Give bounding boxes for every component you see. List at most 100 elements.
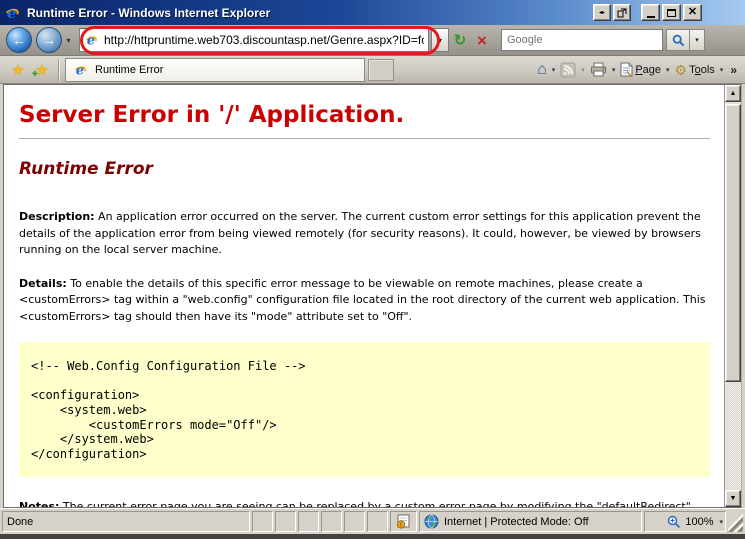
maximize-button[interactable] bbox=[662, 4, 681, 21]
svg-text:!: ! bbox=[399, 522, 401, 529]
scroll-down-button[interactable]: ▼ bbox=[725, 490, 741, 507]
vertical-scrollbar[interactable]: ▲ ▼ bbox=[724, 85, 741, 507]
scrollbar-thumb[interactable] bbox=[725, 104, 741, 382]
back-button[interactable]: ← bbox=[6, 27, 32, 53]
scrollbar-track[interactable] bbox=[725, 382, 741, 490]
url-text[interactable]: http://httpruntime.web703.discountasp.ne… bbox=[104, 33, 424, 47]
notes-text: The current error page you are seeing ca… bbox=[62, 500, 691, 507]
tab-runtime-error[interactable]: e Runtime Error bbox=[65, 57, 365, 82]
browser-viewport: Server Error in '/' Application. Runtime… bbox=[0, 84, 745, 508]
page-icon bbox=[620, 62, 633, 77]
scroll-up-button[interactable]: ▲ bbox=[725, 85, 741, 102]
forward-button[interactable]: → bbox=[36, 27, 62, 53]
tab-bar: ★ ★ + e Runtime Error ⌂ ▾ ▾ ▾ Page ▾ ⚙ T… bbox=[0, 56, 745, 84]
address-dropdown-button[interactable]: ▾ bbox=[431, 28, 449, 52]
ie-logo-icon: e bbox=[3, 4, 21, 22]
privacy-report-pane[interactable]: ! bbox=[390, 511, 417, 532]
status-pane-empty bbox=[298, 511, 319, 532]
separator bbox=[58, 58, 59, 81]
command-bar: ⌂ ▾ ▾ ▾ Page ▾ ⚙ Tools ▾ » bbox=[535, 60, 739, 80]
status-text-pane: Done bbox=[2, 511, 250, 532]
window-bottom-edge bbox=[0, 534, 745, 539]
new-tab-button[interactable] bbox=[368, 58, 394, 81]
resize-grip[interactable] bbox=[728, 511, 743, 532]
plus-icon: + bbox=[32, 68, 38, 80]
status-pane-empty bbox=[344, 511, 365, 532]
favorites-center-button[interactable]: ★ bbox=[6, 59, 30, 81]
add-favorite-button[interactable]: ★ + bbox=[30, 59, 54, 81]
ie-browser-window: e Runtime Error - Windows Internet Explo… bbox=[0, 0, 745, 539]
description-label: Description: bbox=[19, 210, 95, 223]
details-text: To enable the details of this specific e… bbox=[19, 276, 706, 323]
stop-button[interactable]: × bbox=[471, 28, 493, 52]
description-text: An application error occurred on the ser… bbox=[19, 210, 701, 256]
zoom-magnifier-icon bbox=[668, 515, 681, 528]
window-controls: ◂▸ ✕ bbox=[593, 4, 702, 21]
zoom-level-text: 100% bbox=[685, 515, 714, 528]
print-dropdown-button[interactable]: ▾ bbox=[612, 66, 616, 74]
tab-favicon: e bbox=[73, 62, 88, 77]
resize-panes-button[interactable]: ◂▸ bbox=[593, 4, 611, 21]
page-label: Page bbox=[635, 63, 662, 76]
favorites-star-icon: ★ bbox=[11, 61, 25, 79]
forward-arrow-icon: → bbox=[42, 32, 56, 48]
detach-window-button[interactable] bbox=[613, 4, 631, 21]
close-button[interactable]: ✕ bbox=[683, 4, 702, 21]
tab-title: Runtime Error bbox=[95, 63, 164, 76]
home-dropdown-button[interactable]: ▾ bbox=[552, 66, 556, 74]
internet-globe-icon bbox=[424, 514, 439, 529]
refresh-button[interactable]: ↻ bbox=[449, 28, 471, 52]
address-bar[interactable]: e http://httpruntime.web703.discountasp.… bbox=[79, 28, 429, 52]
minimize-button[interactable] bbox=[641, 4, 660, 21]
title-bar: e Runtime Error - Windows Internet Explo… bbox=[0, 0, 745, 25]
zone-text: Internet | Protected Mode: Off bbox=[444, 515, 589, 528]
status-pane-empty bbox=[252, 511, 273, 532]
divider bbox=[19, 138, 710, 139]
back-arrow-icon: ← bbox=[12, 32, 26, 48]
window-title: Runtime Error - Windows Internet Explore… bbox=[27, 5, 271, 20]
printer-icon bbox=[590, 62, 606, 77]
maximize-icon bbox=[667, 8, 676, 17]
page-dropdown-button[interactable]: ▾ bbox=[666, 66, 670, 74]
page-favicon: e bbox=[84, 32, 99, 48]
status-text: Done bbox=[7, 515, 34, 528]
details-label: Details: bbox=[19, 276, 67, 290]
navigation-toolbar: ← → ▾ e http://httpruntime.web703.discou… bbox=[0, 25, 745, 56]
gear-icon: ⚙ bbox=[674, 61, 688, 78]
close-icon: ✕ bbox=[687, 6, 698, 18]
page-alert-icon: ! bbox=[396, 514, 409, 529]
history-dropdown-button[interactable]: ▾ bbox=[62, 36, 75, 45]
home-icon: ⌂ bbox=[537, 60, 547, 78]
print-button[interactable] bbox=[588, 60, 609, 79]
detach-icon bbox=[617, 8, 627, 17]
tools-dropdown-button[interactable]: ▾ bbox=[720, 66, 724, 74]
search-box[interactable] bbox=[501, 29, 663, 51]
status-bar: Done ! Internet | Protected Mode: Off 10… bbox=[0, 508, 745, 534]
page-title: Server Error in '/' Application. bbox=[19, 102, 405, 128]
refresh-icon: ↻ bbox=[453, 32, 467, 49]
web-config-code-block: <!-- Web.Config Configuration File --> <… bbox=[19, 342, 710, 478]
zoom-pane[interactable]: 100% ▾ bbox=[644, 511, 726, 532]
search-icon bbox=[672, 34, 684, 46]
error-page: Server Error in '/' Application. Runtime… bbox=[4, 85, 724, 507]
search-options-dropdown[interactable]: ▾ bbox=[690, 29, 705, 51]
status-pane-empty bbox=[275, 511, 296, 532]
toolbar-overflow-button[interactable]: » bbox=[730, 63, 737, 77]
security-zone-pane[interactable]: Internet | Protected Mode: Off bbox=[419, 511, 642, 532]
tools-menu-button[interactable]: ⚙ Tools bbox=[673, 61, 717, 79]
zoom-dropdown-button[interactable]: ▾ bbox=[719, 518, 723, 526]
search-input[interactable] bbox=[502, 34, 662, 46]
home-button[interactable]: ⌂ bbox=[535, 60, 549, 80]
tools-label: Tools bbox=[689, 63, 715, 76]
notes-paragraph: Notes: The current error page you are se… bbox=[19, 499, 710, 507]
search-button[interactable] bbox=[666, 29, 690, 51]
details-paragraph: Details: To enable the details of this s… bbox=[19, 276, 710, 326]
status-pane-empty bbox=[367, 511, 388, 532]
status-pane-empty bbox=[321, 511, 342, 532]
feeds-dropdown-button[interactable]: ▾ bbox=[581, 66, 585, 74]
page-menu-button[interactable]: Page bbox=[618, 60, 663, 79]
stop-icon: × bbox=[477, 30, 487, 50]
description-paragraph: Description: An application error occurr… bbox=[19, 209, 710, 259]
feeds-button[interactable] bbox=[558, 60, 578, 80]
minimize-icon bbox=[646, 15, 655, 18]
